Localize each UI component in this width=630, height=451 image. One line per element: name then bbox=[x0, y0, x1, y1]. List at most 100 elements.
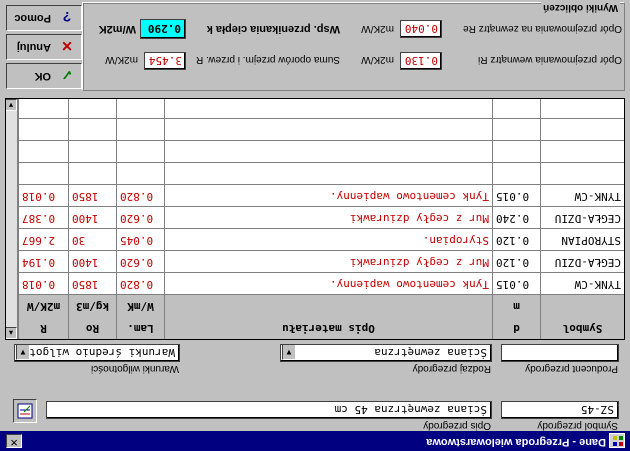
table-row[interactable]: CEGŁA-DZIU 0.120 Mur z cegły dziurawki 0.62… bbox=[18, 250, 624, 273]
cell-symbol[interactable]: CEGŁA-DZIU bbox=[540, 251, 624, 273]
calculator-button[interactable] bbox=[13, 399, 37, 423]
cell-r[interactable] bbox=[18, 163, 68, 185]
ok-button[interactable]: ✓ OK bbox=[6, 63, 82, 89]
opis-input[interactable]: Ściana zewnętrzna 45 cm bbox=[46, 401, 492, 419]
cell-lam[interactable]: 0.620 bbox=[116, 251, 164, 273]
header-symbol[interactable]: Symbol bbox=[540, 317, 624, 339]
cell-ro[interactable] bbox=[68, 163, 116, 185]
dialog-window: Dane - Przegroda wielowarstwowa ✕ SZ-45 … bbox=[0, 0, 630, 451]
sum-unit: m2K/W bbox=[105, 54, 138, 65]
cell-r[interactable]: 0.387 bbox=[18, 207, 68, 229]
cell-ro[interactable] bbox=[68, 141, 116, 163]
scroll-down-icon[interactable]: ▼ bbox=[5, 99, 17, 111]
cell-d[interactable]: 0.015 bbox=[492, 273, 540, 295]
cell-r[interactable] bbox=[18, 119, 68, 141]
warunki-select[interactable]: Warunki średnio wilgotne ▼ bbox=[14, 344, 180, 362]
help-icon: ? bbox=[62, 9, 72, 25]
header-r-unit: m2K/W bbox=[18, 295, 68, 317]
cell-opis[interactable]: Mur z cegły dziurawki bbox=[164, 251, 492, 273]
cell-lam[interactable]: 0.045 bbox=[116, 229, 164, 251]
opis-label: Opis przegrody bbox=[423, 420, 491, 431]
cell-r[interactable]: 0.018 bbox=[18, 273, 68, 295]
cell-ro[interactable]: 1850 bbox=[68, 273, 116, 295]
cell-d[interactable] bbox=[492, 163, 540, 185]
close-button[interactable]: ✕ bbox=[6, 434, 22, 448]
header-d[interactable]: d bbox=[492, 317, 540, 339]
results-group-title: Wyniki obliczeń bbox=[541, 2, 620, 13]
header-ro[interactable]: Ro bbox=[68, 317, 116, 339]
cell-r[interactable]: 0.194 bbox=[18, 251, 68, 273]
cell-symbol[interactable] bbox=[540, 98, 624, 119]
header-lam[interactable]: Lam. bbox=[116, 317, 164, 339]
table-row[interactable] bbox=[18, 140, 624, 163]
cell-lam[interactable] bbox=[116, 119, 164, 141]
results-group bbox=[83, 3, 625, 91]
cell-symbol[interactable]: CEGŁA-DZIU bbox=[540, 207, 624, 229]
cell-ro[interactable]: 1850 bbox=[68, 185, 116, 207]
layers-table[interactable]: Symbol d Opis materiału Lam. Ro R m W/mK… bbox=[5, 98, 625, 340]
cell-opis[interactable] bbox=[164, 163, 492, 185]
cell-d[interactable] bbox=[492, 141, 540, 163]
table-row[interactable]: TYNK-CW 0.015 Tynk cementowo wapienny. 0.82… bbox=[18, 272, 624, 295]
producent-input[interactable] bbox=[501, 344, 619, 362]
cell-opis[interactable] bbox=[164, 141, 492, 163]
cell-ro[interactable]: 1400 bbox=[68, 251, 116, 273]
cell-r[interactable] bbox=[18, 141, 68, 163]
cell-r[interactable]: 0.018 bbox=[18, 185, 68, 207]
cell-lam[interactable] bbox=[116, 141, 164, 163]
cell-lam[interactable]: 0.820 bbox=[116, 185, 164, 207]
rodzaj-value: Ściana zewnętrzna bbox=[374, 346, 487, 359]
cell-ro[interactable] bbox=[68, 119, 116, 141]
cell-d[interactable]: 0.015 bbox=[492, 185, 540, 207]
header-symbol-unit bbox=[540, 295, 624, 317]
cell-r[interactable] bbox=[18, 98, 68, 119]
help-button[interactable]: ? Pomoc bbox=[6, 5, 82, 31]
cell-lam[interactable]: 0.820 bbox=[116, 273, 164, 295]
cell-ro[interactable] bbox=[68, 98, 116, 119]
cell-opis[interactable]: Mur z cegły dziurawki bbox=[164, 207, 492, 229]
cell-d[interactable] bbox=[492, 119, 540, 141]
cell-d[interactable]: 0.120 bbox=[492, 251, 540, 273]
cell-d[interactable]: 0.240 bbox=[492, 207, 540, 229]
cell-r[interactable]: 2.667 bbox=[18, 229, 68, 251]
header-opis[interactable]: Opis materiału bbox=[164, 317, 492, 339]
scroll-up-icon[interactable]: ▲ bbox=[5, 327, 17, 339]
calculator-icon bbox=[17, 403, 33, 419]
table-row[interactable] bbox=[18, 98, 624, 119]
cell-lam[interactable]: 0.620 bbox=[116, 207, 164, 229]
ok-button-label: OK bbox=[34, 70, 52, 82]
table-row[interactable] bbox=[18, 162, 624, 185]
cancel-button[interactable]: ✕ Anuluj bbox=[6, 34, 82, 60]
cell-symbol[interactable]: STYROPIAN bbox=[540, 229, 624, 251]
cell-opis[interactable] bbox=[164, 119, 492, 141]
cell-symbol[interactable]: TYNK-CW bbox=[540, 273, 624, 295]
header-r[interactable]: R bbox=[18, 317, 68, 339]
checkmark-icon: ✓ bbox=[61, 67, 73, 83]
cell-symbol[interactable] bbox=[540, 163, 624, 185]
cell-opis[interactable]: Tynk cementowo wapienny. bbox=[164, 185, 492, 207]
table-row[interactable]: TYNK-CW 0.015 Tynk cementowo wapienny. 0.82… bbox=[18, 184, 624, 207]
cell-ro[interactable]: 1400 bbox=[68, 207, 116, 229]
rodzaj-select[interactable]: Ściana zewnętrzna ▼ bbox=[280, 344, 492, 362]
rodzaj-dropdown-icon[interactable]: ▼ bbox=[282, 344, 296, 360]
symbol-input[interactable]: SZ-45 bbox=[501, 401, 619, 419]
warunki-dropdown-icon[interactable]: ▼ bbox=[16, 344, 30, 360]
cell-symbol[interactable] bbox=[540, 141, 624, 163]
cell-lam[interactable] bbox=[116, 98, 164, 119]
table-scrollbar[interactable]: ▲ ▼ bbox=[5, 99, 18, 339]
cell-opis[interactable] bbox=[164, 98, 492, 119]
cell-symbol[interactable] bbox=[540, 119, 624, 141]
cell-lam[interactable] bbox=[116, 163, 164, 185]
cell-ro[interactable]: 30 bbox=[68, 229, 116, 251]
table-row[interactable] bbox=[18, 118, 624, 141]
table-row[interactable]: STYROPIAN 0.120 Styropian. 0.045 30 2.667 bbox=[18, 228, 624, 251]
app-icon[interactable] bbox=[609, 433, 625, 448]
table-header-row-2: m W/mK kg/m3 m2K/W bbox=[18, 294, 624, 317]
cell-opis[interactable]: Styropian. bbox=[164, 229, 492, 251]
table-row[interactable]: CEGŁA-DZIU 0.240 Mur z cegły dziurawki 0.62… bbox=[18, 206, 624, 229]
rodzaj-label: Rodzaj przegrody bbox=[412, 363, 491, 374]
cell-d[interactable]: 0.120 bbox=[492, 229, 540, 251]
cell-opis[interactable]: Tynk cementowo wapienny. bbox=[164, 273, 492, 295]
cell-symbol[interactable]: TYNK-CW bbox=[540, 185, 624, 207]
cell-d[interactable] bbox=[492, 98, 540, 119]
